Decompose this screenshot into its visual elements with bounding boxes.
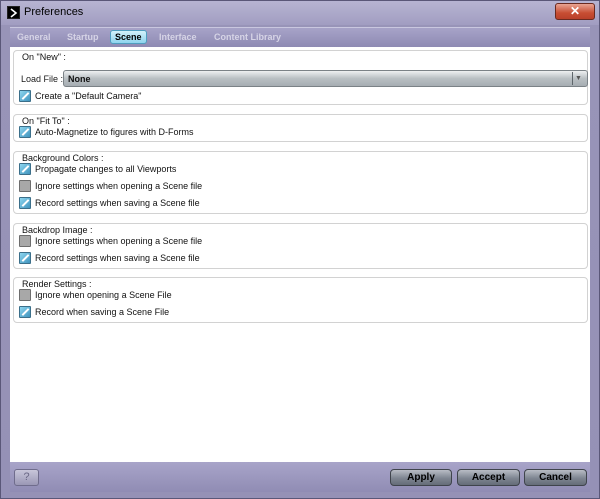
option-label: Record when saving a Scene File bbox=[35, 307, 170, 317]
load-file-label: Load File : bbox=[21, 74, 64, 84]
group-backdrop-image: Backdrop Image : Ignore settings when op… bbox=[13, 223, 588, 269]
group-background-colors: Background Colors : Propagate changes to… bbox=[13, 151, 588, 214]
option-render-record[interactable]: Record when saving a Scene File bbox=[19, 305, 169, 319]
apply-button[interactable]: Apply bbox=[390, 469, 452, 486]
window-title: Preferences bbox=[24, 6, 84, 18]
tab-bar: General Startup Scene Interface Content … bbox=[10, 27, 590, 47]
app-icon bbox=[7, 6, 20, 19]
checkbox[interactable] bbox=[19, 252, 31, 264]
checkbox[interactable] bbox=[19, 197, 31, 209]
option-label: Record settings when saving a Scene file bbox=[35, 198, 200, 208]
option-label: Record settings when saving a Scene file bbox=[35, 253, 200, 263]
checkbox[interactable] bbox=[19, 306, 31, 318]
option-render-ignore[interactable]: Ignore when opening a Scene File bbox=[19, 288, 172, 302]
load-file-value: None bbox=[68, 74, 91, 84]
option-propagate-changes[interactable]: Propagate changes to all Viewports bbox=[19, 162, 176, 176]
option-label: Ignore when opening a Scene File bbox=[35, 290, 172, 300]
accept-button[interactable]: Accept bbox=[457, 469, 520, 486]
scene-settings-panel: On "New" : Load File : None ▼ Create a "… bbox=[10, 47, 590, 462]
option-label: Create a "Default Camera" bbox=[35, 91, 142, 101]
checkbox[interactable] bbox=[19, 90, 31, 102]
option-label: Ignore settings when opening a Scene fil… bbox=[35, 236, 203, 246]
chevron-down-icon[interactable]: ▼ bbox=[572, 72, 584, 85]
checkbox[interactable] bbox=[19, 180, 31, 192]
tab-interface[interactable]: Interface bbox=[159, 32, 197, 42]
tab-startup[interactable]: Startup bbox=[67, 32, 99, 42]
cancel-button[interactable]: Cancel bbox=[524, 469, 587, 486]
button-bar: ? Apply Accept Cancel bbox=[10, 462, 590, 492]
close-icon: ✕ bbox=[569, 4, 581, 18]
option-bg-record-settings[interactable]: Record settings when saving a Scene file bbox=[19, 196, 200, 210]
option-backdrop-ignore-settings[interactable]: Ignore settings when opening a Scene fil… bbox=[19, 234, 202, 248]
checkbox[interactable] bbox=[19, 289, 31, 301]
help-icon: ? bbox=[23, 471, 30, 483]
tab-scene[interactable]: Scene bbox=[110, 30, 147, 44]
option-backdrop-record-settings[interactable]: Record settings when saving a Scene file bbox=[19, 251, 200, 265]
checkbox[interactable] bbox=[19, 126, 31, 138]
close-button[interactable]: ✕ bbox=[555, 3, 595, 20]
load-file-select[interactable]: None ▼ bbox=[63, 70, 588, 87]
option-create-default-camera[interactable]: Create a "Default Camera" bbox=[19, 89, 141, 103]
option-auto-magnetize[interactable]: Auto-Magnetize to figures with D-Forms bbox=[19, 125, 194, 139]
group-title: On "New" : bbox=[21, 52, 67, 62]
option-label: Propagate changes to all Viewports bbox=[35, 164, 177, 174]
option-label: Ignore settings when opening a Scene fil… bbox=[35, 181, 203, 191]
tab-content-library[interactable]: Content Library bbox=[214, 32, 281, 42]
group-render-settings: Render Settings : Ignore when opening a … bbox=[13, 277, 588, 323]
group-on-fit-to: On "Fit To" : Auto-Magnetize to figures … bbox=[13, 114, 588, 142]
help-button[interactable]: ? bbox=[14, 469, 39, 486]
title-bar[interactable]: Preferences ✕ bbox=[1, 1, 599, 25]
tab-general[interactable]: General bbox=[17, 32, 51, 42]
checkbox[interactable] bbox=[19, 235, 31, 247]
preferences-window: Preferences ✕ General Startup Scene Inte… bbox=[0, 0, 600, 499]
option-label: Auto-Magnetize to figures with D-Forms bbox=[35, 127, 194, 137]
group-on-new: On "New" : Load File : None ▼ Create a "… bbox=[13, 50, 588, 105]
option-bg-ignore-settings[interactable]: Ignore settings when opening a Scene fil… bbox=[19, 179, 202, 193]
checkbox[interactable] bbox=[19, 163, 31, 175]
